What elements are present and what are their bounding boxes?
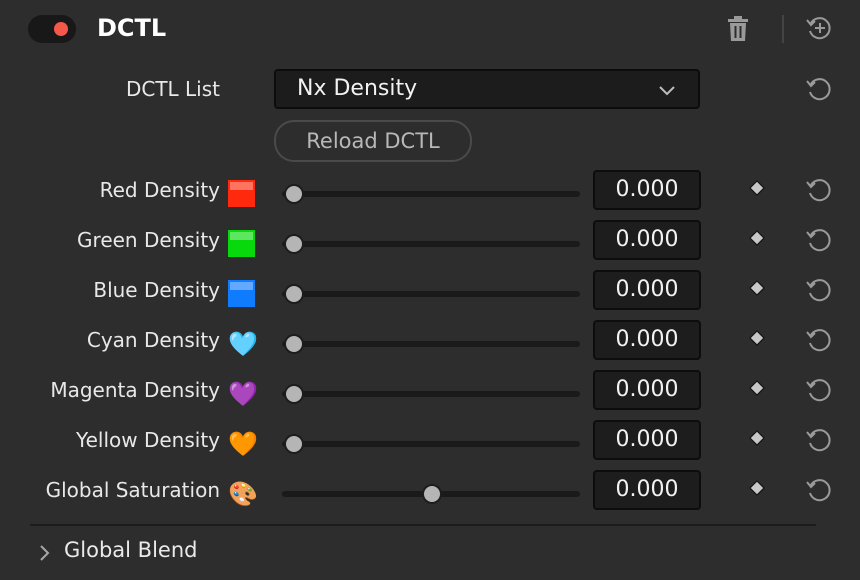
param-value-field[interactable]: 0.000 <box>593 270 701 310</box>
keyframe-diamond-icon[interactable] <box>749 280 765 296</box>
param-label: Magenta Density <box>50 378 220 402</box>
slider-track <box>282 191 580 197</box>
cyan-heart-icon: 🩵 <box>228 330 258 358</box>
slider-track <box>282 391 580 397</box>
trash-icon[interactable] <box>727 15 749 43</box>
param-row: Global Saturation 🎨 0.000 <box>0 468 860 518</box>
green-square-icon <box>228 230 256 258</box>
param-row: Yellow Density 🧡 0.000 <box>0 418 860 468</box>
param-value-field[interactable]: 0.000 <box>593 320 701 360</box>
dctl-list-reset-icon[interactable] <box>805 75 833 103</box>
add-reset-icon[interactable] <box>805 14 833 42</box>
slider-thumb[interactable] <box>284 334 304 354</box>
slider-track <box>282 441 580 447</box>
slider-thumb[interactable] <box>422 484 442 504</box>
param-label: Yellow Density <box>76 428 220 452</box>
dctl-header: DCTL <box>0 0 860 60</box>
purple-heart-icon: 💜 <box>228 380 258 408</box>
dctl-list-label: DCTL List <box>125 77 220 101</box>
chevron-right-icon <box>40 545 50 561</box>
slider-thumb[interactable] <box>284 384 304 404</box>
param-slider[interactable] <box>278 184 580 204</box>
toggle-knob <box>54 22 68 36</box>
reset-icon[interactable] <box>805 376 833 404</box>
header-separator <box>782 15 784 43</box>
param-row: Magenta Density 💜 0.000 <box>0 368 860 418</box>
keyframe-diamond-icon[interactable] <box>749 180 765 196</box>
chevron-down-icon <box>659 86 675 96</box>
slider-thumb[interactable] <box>284 184 304 204</box>
section-divider <box>30 524 816 526</box>
keyframe-diamond-icon[interactable] <box>749 430 765 446</box>
slider-thumb[interactable] <box>284 234 304 254</box>
param-label: Global Saturation <box>45 478 220 502</box>
reset-icon[interactable] <box>805 426 833 454</box>
param-value-field[interactable]: 0.000 <box>593 420 701 460</box>
reload-dctl-button[interactable]: Reload DCTL <box>274 120 472 162</box>
reset-icon[interactable] <box>805 476 833 504</box>
palette-icon: 🎨 <box>228 480 258 508</box>
reset-icon[interactable] <box>805 276 833 304</box>
param-value-field[interactable]: 0.000 <box>593 220 701 260</box>
keyframe-diamond-icon[interactable] <box>749 330 765 346</box>
param-slider[interactable] <box>278 234 580 254</box>
param-row: Red Density 0.000 <box>0 168 860 218</box>
slider-thumb[interactable] <box>284 284 304 304</box>
param-label: Red Density <box>99 178 220 202</box>
dctl-list-value: Nx Density <box>297 76 418 101</box>
param-value-field[interactable]: 0.000 <box>593 170 701 210</box>
slider-track <box>282 241 580 247</box>
dctl-list-dropdown[interactable]: Nx Density <box>274 69 700 109</box>
panel-title: DCTL <box>97 14 167 42</box>
slider-track <box>282 291 580 297</box>
param-slider[interactable] <box>278 384 580 404</box>
orange-heart-icon: 🧡 <box>228 430 258 458</box>
enable-toggle[interactable] <box>28 15 76 43</box>
param-row: Cyan Density 🩵 0.000 <box>0 318 860 368</box>
slider-track <box>282 341 580 347</box>
reset-icon[interactable] <box>805 176 833 204</box>
param-row: Blue Density 0.000 <box>0 268 860 318</box>
param-slider[interactable] <box>278 284 580 304</box>
param-slider[interactable] <box>278 484 580 504</box>
param-slider[interactable] <box>278 434 580 454</box>
param-value-field[interactable]: 0.000 <box>593 370 701 410</box>
keyframe-diamond-icon[interactable] <box>749 480 765 496</box>
global-blend-label: Global Blend <box>64 538 198 562</box>
param-label: Blue Density <box>93 278 220 302</box>
param-slider[interactable] <box>278 334 580 354</box>
red-square-icon <box>228 180 256 208</box>
keyframe-diamond-icon[interactable] <box>749 230 765 246</box>
param-value-field[interactable]: 0.000 <box>593 470 701 510</box>
slider-thumb[interactable] <box>284 434 304 454</box>
reset-icon[interactable] <box>805 326 833 354</box>
blue-square-icon <box>228 280 256 308</box>
keyframe-diamond-icon[interactable] <box>749 380 765 396</box>
reset-icon[interactable] <box>805 226 833 254</box>
param-row: Green Density 0.000 <box>0 218 860 268</box>
param-label: Green Density <box>77 228 220 252</box>
param-label: Cyan Density <box>86 328 220 352</box>
